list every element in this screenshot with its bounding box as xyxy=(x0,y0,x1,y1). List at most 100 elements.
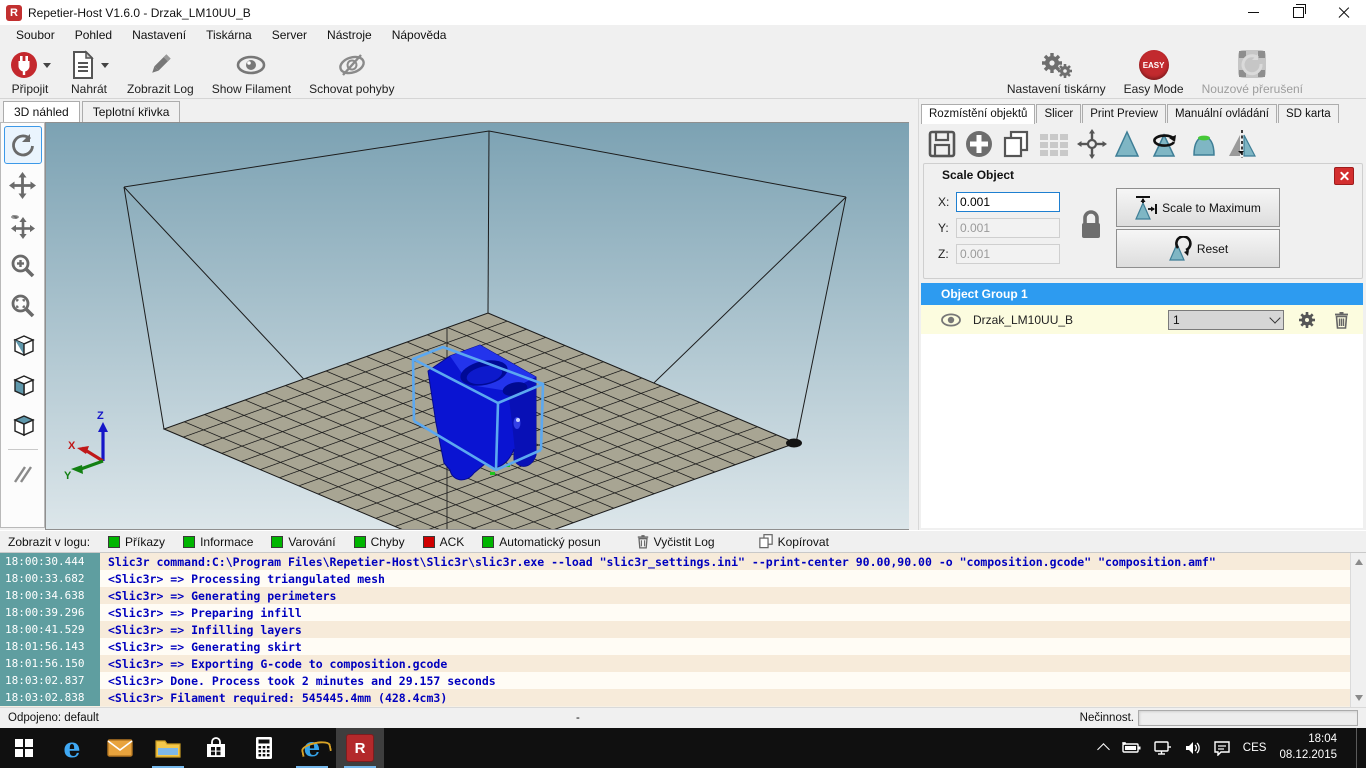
filter-ack[interactable]: ACK xyxy=(423,535,465,549)
taskbar-explorer[interactable] xyxy=(144,728,192,768)
tab-slicer[interactable]: Slicer xyxy=(1036,104,1081,123)
log-output[interactable]: 18:00:30.444Slic3r command:C:\Program Fi… xyxy=(0,553,1366,708)
mirror-object-icon[interactable] xyxy=(1227,129,1257,159)
taskbar-calculator[interactable] xyxy=(240,728,288,768)
tab-manual-control[interactable]: Manuální ovládání xyxy=(1167,104,1277,123)
tab-3d-preview[interactable]: 3D náhled xyxy=(3,101,80,123)
minimize-button[interactable] xyxy=(1231,0,1276,25)
log-row[interactable]: 18:00:39.296<Slic3r> => Preparing infill xyxy=(0,604,1366,621)
log-row[interactable]: 18:00:41.529<Slic3r> => Infilling layers xyxy=(0,621,1366,638)
scroll-down-icon[interactable] xyxy=(1355,695,1363,701)
tab-object-placement[interactable]: Rozmístění objektů xyxy=(921,104,1035,124)
menu-server[interactable]: Server xyxy=(262,25,317,46)
start-button[interactable] xyxy=(0,728,48,768)
zoom-fit-tool[interactable] xyxy=(4,286,42,324)
visibility-eye-icon[interactable] xyxy=(941,313,961,327)
log-row[interactable]: 18:01:56.143<Slic3r> => Generating skirt xyxy=(0,638,1366,655)
tab-print-preview[interactable]: Print Preview xyxy=(1082,104,1166,123)
close-button[interactable] xyxy=(1321,0,1366,25)
taskbar-edge[interactable]: e xyxy=(48,728,96,768)
copies-dropdown[interactable]: 1 xyxy=(1168,310,1284,330)
ack-checkbox[interactable] xyxy=(423,536,435,548)
rotate-view-tool[interactable] xyxy=(4,126,42,164)
log-row[interactable]: 18:01:56.150<Slic3r> => Exporting G-code… xyxy=(0,655,1366,672)
easy-mode-button[interactable]: EASY Easy Mode xyxy=(1115,46,1193,98)
object-settings-gear-icon[interactable] xyxy=(1298,311,1316,329)
log-scrollbar[interactable] xyxy=(1350,553,1366,707)
log-row[interactable]: 18:03:02.838<Slic3r> Filament required: … xyxy=(0,689,1366,706)
taskbar-internet-explorer[interactable]: e xyxy=(288,728,336,768)
tab-temperature-curve[interactable]: Teplotní křivka xyxy=(82,101,181,122)
hide-moves-button[interactable]: Schovat pohyby xyxy=(300,46,403,98)
menu-napoveda[interactable]: Nápověda xyxy=(382,25,457,46)
zoom-in-tool[interactable] xyxy=(4,246,42,284)
printer-settings-button[interactable]: Nastavení tiskárny xyxy=(998,46,1115,98)
tray-expand-icon[interactable] xyxy=(1097,743,1110,756)
taskbar-store[interactable] xyxy=(192,728,240,768)
action-center-icon[interactable] xyxy=(1214,741,1230,756)
show-filament-button[interactable]: Show Filament xyxy=(203,46,300,98)
filter-info[interactable]: Informace xyxy=(183,535,253,549)
load-button[interactable]: Nahrát xyxy=(60,46,118,98)
connect-button[interactable]: Připojit xyxy=(0,46,60,98)
scale-x-input[interactable] xyxy=(956,192,1060,212)
log-row[interactable]: 18:00:33.682<Slic3r> => Processing trian… xyxy=(0,570,1366,587)
errors-checkbox[interactable] xyxy=(354,536,366,548)
filter-warnings[interactable]: Varování xyxy=(271,535,335,549)
menu-pohled[interactable]: Pohled xyxy=(65,25,122,46)
language-indicator[interactable]: CES xyxy=(1243,742,1267,754)
object-list-row[interactable]: Drzak_LM10UU_B 1 xyxy=(921,305,1363,334)
show-desktop-button[interactable] xyxy=(1356,728,1362,768)
scroll-up-icon[interactable] xyxy=(1355,559,1363,565)
load-dropdown-icon[interactable] xyxy=(101,63,109,68)
battery-icon[interactable] xyxy=(1121,742,1141,754)
taskbar-clock[interactable]: 18:04 08.12.2015 xyxy=(1279,732,1337,763)
move-object-tool[interactable] xyxy=(4,206,42,244)
log-row[interactable]: 18:00:34.638<Slic3r> => Generating perim… xyxy=(0,587,1366,604)
reset-scale-button[interactable]: Reset xyxy=(1116,229,1280,268)
filter-errors[interactable]: Chyby xyxy=(354,535,405,549)
center-object-icon[interactable] xyxy=(1077,129,1107,159)
filter-autoscroll[interactable]: Automatický posun xyxy=(482,535,600,549)
volume-icon[interactable] xyxy=(1185,741,1201,755)
filter-commands[interactable]: Příkazy xyxy=(108,535,165,549)
menu-nastaveni[interactable]: Nastavení xyxy=(122,25,196,46)
scale-panel-close-button[interactable] xyxy=(1334,167,1354,185)
lock-icon[interactable] xyxy=(1077,208,1105,242)
commands-checkbox[interactable] xyxy=(108,536,120,548)
autoscroll-checkbox[interactable] xyxy=(482,536,494,548)
show-log-button[interactable]: Zobrazit Log xyxy=(118,46,203,98)
move-view-tool[interactable] xyxy=(4,166,42,204)
scale-z-input[interactable] xyxy=(956,244,1060,264)
scale-y-input[interactable] xyxy=(956,218,1060,238)
copy-log-button[interactable]: Kopírovat xyxy=(759,534,829,549)
front-view-tool[interactable] xyxy=(4,366,42,404)
object-group-header[interactable]: Object Group 1 xyxy=(921,283,1363,305)
taskbar-repetier-host[interactable]: R xyxy=(336,728,384,768)
scale-object-icon[interactable] xyxy=(1114,129,1140,159)
top-view-tool[interactable] xyxy=(4,406,42,444)
tab-sd-card[interactable]: SD karta xyxy=(1278,104,1339,123)
menu-nastroje[interactable]: Nástroje xyxy=(317,25,382,46)
lay-flat-icon[interactable] xyxy=(1188,129,1220,159)
isometric-view-tool[interactable] xyxy=(4,326,42,364)
panel-splitter[interactable] xyxy=(909,99,918,530)
log-row[interactable]: 18:00:30.444Slic3r command:C:\Program Fi… xyxy=(0,553,1366,570)
rotate-object-icon[interactable] xyxy=(1147,129,1181,159)
clear-log-button[interactable]: Vyčistit Log xyxy=(637,534,715,549)
scale-to-maximum-button[interactable]: Scale to Maximum xyxy=(1116,188,1280,227)
parallel-projection-tool[interactable] xyxy=(4,455,42,493)
warnings-checkbox[interactable] xyxy=(271,536,283,548)
network-icon[interactable] xyxy=(1154,741,1172,755)
save-icon[interactable] xyxy=(927,129,957,159)
restore-button[interactable] xyxy=(1276,0,1321,25)
log-row[interactable]: 18:03:02.837<Slic3r> Done. Process took … xyxy=(0,672,1366,689)
3d-viewport[interactable]: Z X Y xyxy=(45,122,910,530)
copy-object-icon[interactable] xyxy=(1001,129,1031,159)
add-object-icon[interactable] xyxy=(964,129,994,159)
connect-dropdown-icon[interactable] xyxy=(43,63,51,68)
taskbar-mail[interactable] xyxy=(96,728,144,768)
menu-soubor[interactable]: Soubor xyxy=(6,25,65,46)
delete-object-trash-icon[interactable] xyxy=(1334,311,1349,329)
menu-tiskarna[interactable]: Tiskárna xyxy=(196,25,262,46)
